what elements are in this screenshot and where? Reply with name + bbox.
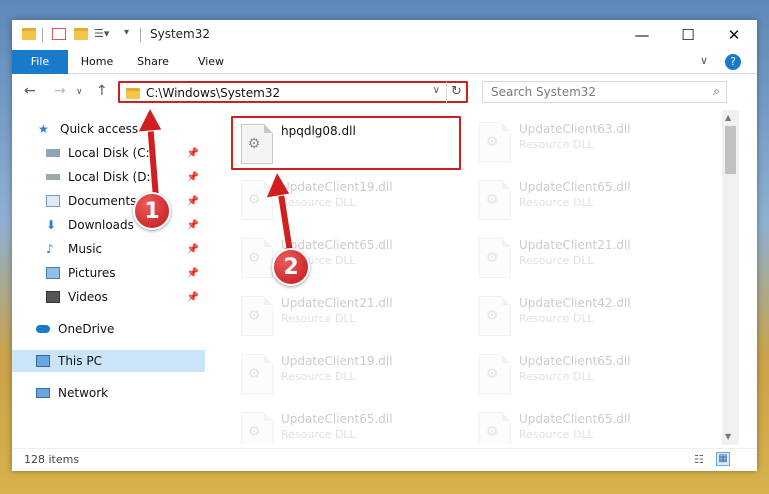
arrow-1-head bbox=[137, 106, 163, 133]
arrow-1-shaft bbox=[147, 119, 159, 201]
step-badge-1: 1 bbox=[133, 192, 171, 230]
annotation-overlay bbox=[137, 106, 293, 255]
step-badge-2: 2 bbox=[272, 248, 310, 286]
arrow-2-shaft bbox=[277, 185, 293, 255]
arrow-2-head bbox=[265, 170, 291, 199]
